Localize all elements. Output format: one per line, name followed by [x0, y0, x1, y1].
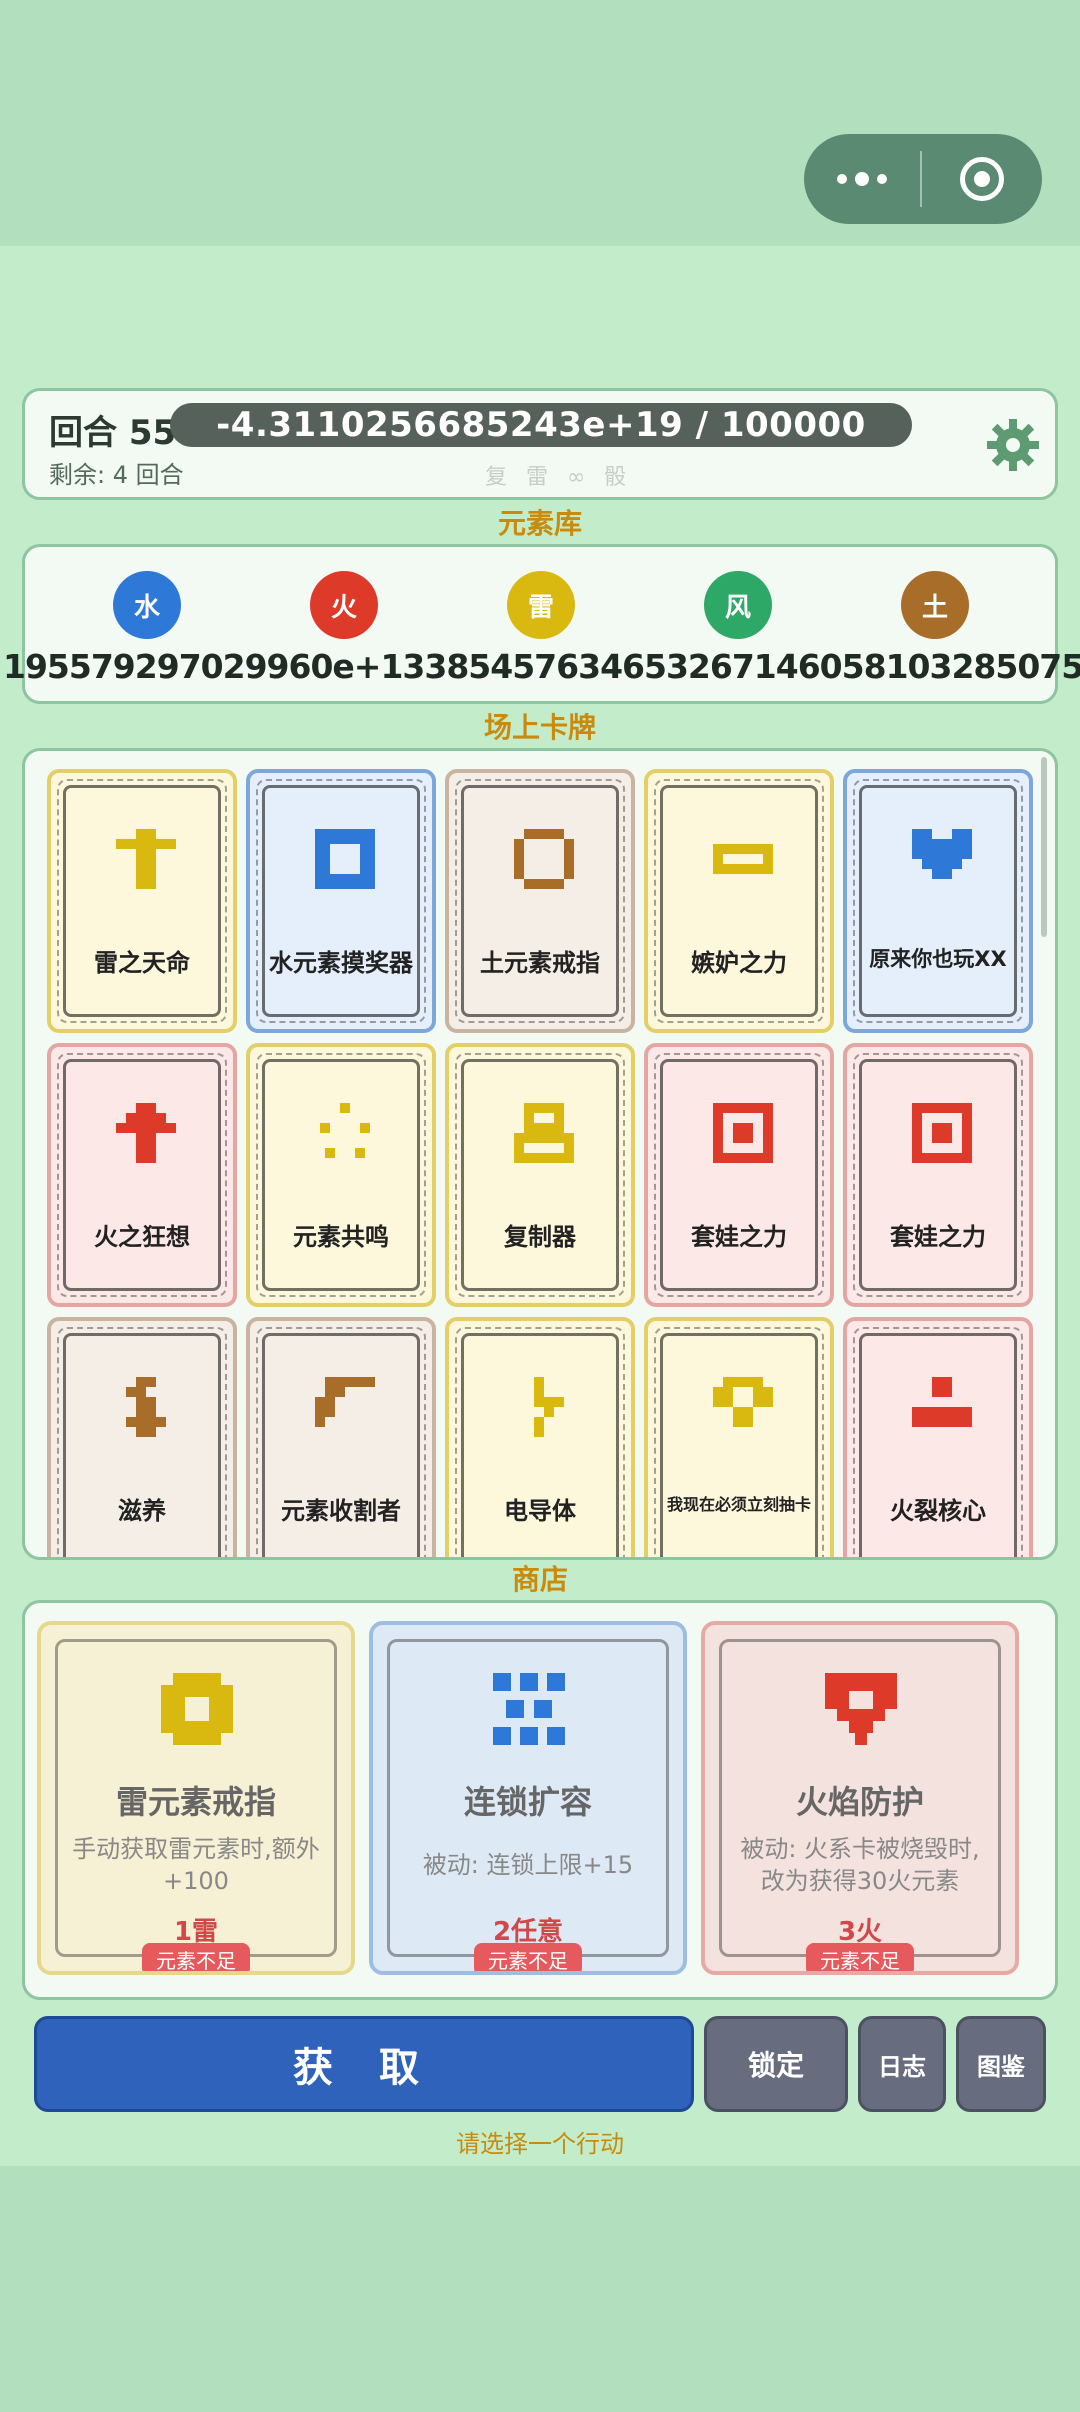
bottom-band [0, 2166, 1080, 2412]
card-water-lottery[interactable]: 水元素摸奖器 [246, 769, 436, 1033]
fire-element-icon[interactable]: 火 [310, 571, 378, 639]
field-cards-title: 场上卡牌 [483, 711, 596, 744]
fire-core-icon [912, 1377, 972, 1427]
element-counts-overflow: 195579297029960e+13385457634653267146058… [3, 647, 1080, 686]
wind-element-icon[interactable]: 风 [704, 571, 772, 639]
insufficient-badge: 元素不足 [806, 1943, 914, 1971]
atlas-button[interactable]: 图鉴 [956, 2016, 1046, 2112]
card-jealousy-power[interactable]: 嫉妒之力 [644, 769, 834, 1033]
jealousy-bar-icon [713, 844, 773, 874]
card-name: 我现在必须立刻抽卡 [666, 1495, 811, 1514]
card-element-resonance[interactable]: 元素共鸣 [246, 1043, 436, 1307]
card-name: 套娃之力 [890, 1223, 986, 1251]
more-menu-icon[interactable] [804, 134, 920, 224]
faded-hint-text: 复 雷 ∞ 骰 [485, 465, 633, 490]
cards-scrollbar[interactable] [1041, 757, 1047, 937]
card-must-draw-now[interactable]: 我现在必须立刻抽卡 [644, 1317, 834, 1557]
card-earth-ring[interactable]: 土元素戒指 [445, 769, 635, 1033]
shop-item-chain-expand[interactable]: 连锁扩容 被动: 连锁上限+15 2任意 元素不足 [369, 1621, 687, 1975]
shop-title: 商店 [511, 1563, 568, 1596]
element-library-title: 元素库 [497, 507, 582, 540]
earth-element-icon[interactable]: 土 [901, 571, 969, 639]
fire-shield-icon [825, 1673, 897, 1745]
scythe-icon [315, 1377, 375, 1427]
card-name: 嫉妒之力 [691, 949, 787, 977]
chain-expand-icon [493, 1673, 565, 1745]
card-copier[interactable]: 复制器 [445, 1043, 635, 1307]
water-box-icon [315, 829, 375, 889]
card-thunder-destiny[interactable]: 雷之天命 [47, 769, 237, 1033]
shop-item-name: 火焰防护 [795, 1783, 924, 1821]
shop-item-thunder-ring[interactable]: 雷元素戒指 手动获取雷元素时,额外+100 1雷 元素不足 [37, 1621, 355, 1975]
resonance-dots-icon [320, 1103, 370, 1158]
gear-icon[interactable] [985, 417, 1041, 473]
nourish-icon [126, 1377, 166, 1437]
fire-sprout-icon [116, 1103, 176, 1163]
shop-item-desc: 手动获取雷元素时,额外+100 [72, 1835, 320, 1895]
element-library-panel: 水 火 雷 风 土 195579297029960e+1338545763465… [3, 544, 1080, 704]
card-you-play-xx[interactable]: 原来你也玩XX [843, 769, 1033, 1033]
card-name: 套娃之力 [691, 1223, 787, 1251]
card-name: 元素收割者 [281, 1497, 401, 1525]
miniprogram-capsule [804, 134, 1042, 224]
remaining-rounds: 剩余: 4 回合 [49, 461, 184, 489]
shop-item-name: 雷元素戒指 [115, 1783, 276, 1821]
nesting-doll-icon [912, 1103, 972, 1163]
bolt-icon [534, 1377, 564, 1437]
card-conductor[interactable]: 电导体 [445, 1317, 635, 1557]
card-nesting-power-1[interactable]: 套娃之力 [644, 1043, 834, 1307]
card-name: 火之狂想 [94, 1223, 190, 1251]
round-header-panel: 回合 55 剩余: 4 回合 -4.3110256685243e+19 / 10… [22, 388, 1058, 500]
thunder-ring-icon [161, 1673, 233, 1745]
log-button[interactable]: 日志 [858, 2016, 946, 2112]
insufficient-badge: 元素不足 [142, 1943, 250, 1971]
card-fire-split-core[interactable]: 火裂核心 [843, 1317, 1033, 1557]
insufficient-badge: 元素不足 [474, 1943, 582, 1971]
get-button[interactable]: 获 取 [34, 2016, 694, 2112]
card-element-harvester[interactable]: 元素收割者 [246, 1317, 436, 1557]
shop-item-fire-shield[interactable]: 火焰防护 被动: 火系卡被烧毁时,改为获得30火元素 3火 元素不足 [701, 1621, 1019, 1975]
copier-icon [514, 1103, 574, 1163]
card-fire-fantasy[interactable]: 火之狂想 [47, 1043, 237, 1307]
shop-item-desc: 被动: 火系卡被烧毁时,改为获得30火元素 [740, 1835, 980, 1895]
card-name: 原来你也玩XX [869, 947, 1007, 971]
card-name: 滋养 [118, 1497, 166, 1525]
action-prompt: 请选择一个行动 [456, 2130, 624, 2158]
heart-icon [912, 829, 972, 879]
score-progress-text: -4.3110256685243e+19 / 100000 [170, 403, 912, 447]
field-cards-panel: 雷之天命 水元素摸奖器 土元素戒指 嫉妒之力 原来你也玩XX 火之狂想 元素共鸣… [22, 748, 1058, 1560]
card-nourish[interactable]: 滋养 [47, 1317, 237, 1557]
card-name: 复制器 [504, 1223, 576, 1251]
shop-item-name: 连锁扩容 [463, 1783, 592, 1821]
card-name: 雷之天命 [94, 949, 190, 977]
shop-panel: 雷元素戒指 手动获取雷元素时,额外+100 1雷 元素不足 连锁扩容 被动: 连… [22, 1600, 1058, 2000]
close-miniprogram-button[interactable] [922, 157, 1042, 201]
target-icon [960, 157, 1004, 201]
round-label: 回合 55 [49, 413, 177, 453]
card-name: 电导体 [504, 1497, 576, 1525]
thunder-sprout-icon [116, 829, 176, 889]
card-name: 元素共鸣 [293, 1223, 389, 1251]
card-nesting-power-2[interactable]: 套娃之力 [843, 1043, 1033, 1307]
card-name: 土元素戒指 [480, 949, 600, 977]
water-element-icon[interactable]: 水 [113, 571, 181, 639]
card-name: 火裂核心 [890, 1497, 986, 1525]
card-name: 水元素摸奖器 [269, 949, 413, 977]
nesting-doll-icon [713, 1103, 773, 1163]
shop-item-desc: 被动: 连锁上限+15 [422, 1851, 634, 1879]
lock-button[interactable]: 锁定 [704, 2016, 848, 2112]
earth-ring-icon [514, 829, 574, 889]
draw-arch-icon [713, 1377, 773, 1427]
thunder-element-icon[interactable]: 雷 [507, 571, 575, 639]
